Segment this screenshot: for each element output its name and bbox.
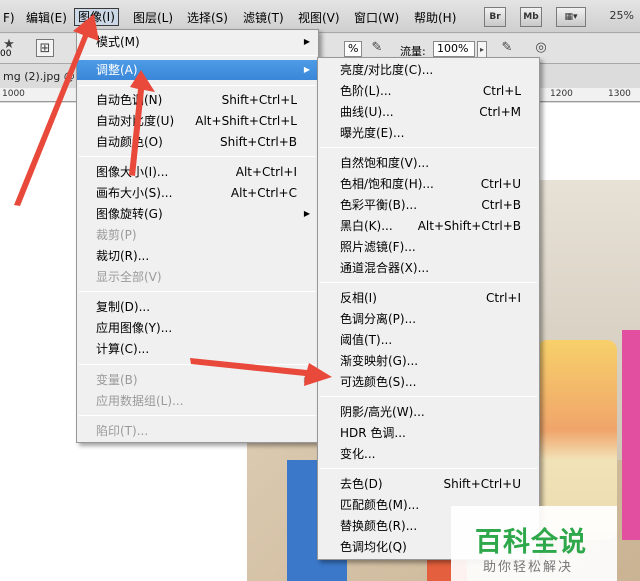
arrow-to-selective-color xyxy=(190,358,332,386)
arrow-to-adjustments xyxy=(129,70,155,176)
arrow-to-image-menu xyxy=(14,14,99,206)
annotation-arrows xyxy=(14,14,332,386)
